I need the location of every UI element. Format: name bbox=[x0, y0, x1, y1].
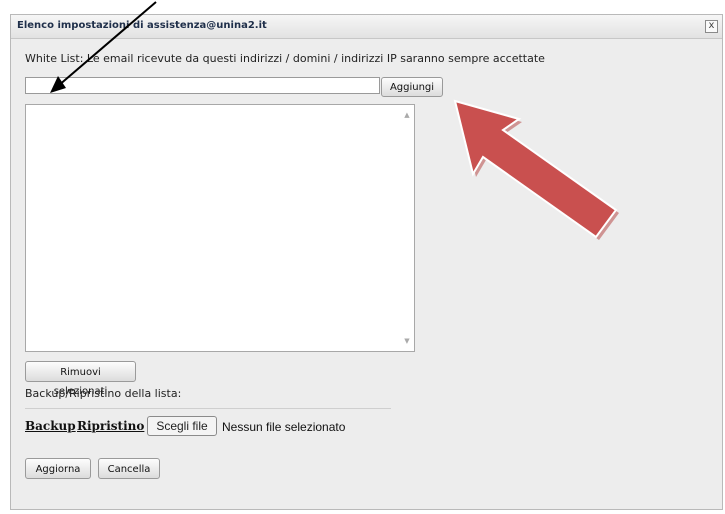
settings-dialog: Elenco impostazioni di assistenza@unina2… bbox=[10, 14, 723, 510]
cancel-button[interactable]: Cancella bbox=[98, 458, 160, 479]
restore-link[interactable]: Ripristino bbox=[77, 419, 144, 433]
backup-restore-title: Backup/Ripristino della lista: bbox=[25, 387, 182, 400]
dialog-title: Elenco impostazioni di assistenza@unina2… bbox=[17, 20, 267, 31]
divider bbox=[25, 408, 391, 409]
whitelist-address-input[interactable] bbox=[25, 77, 380, 94]
remove-selected-button[interactable]: Rimuovi selezionati bbox=[25, 361, 136, 397]
whitelist-listbox[interactable]: ▲ ▼ bbox=[25, 104, 415, 352]
file-status-text: Nessun file selezionato bbox=[222, 420, 346, 434]
choose-file-button[interactable]: Scegli file bbox=[147, 416, 217, 436]
dialog-titlebar: Elenco impostazioni di assistenza@unina2… bbox=[11, 15, 722, 39]
scroll-up-arrow-icon[interactable]: ▲ bbox=[403, 111, 411, 119]
update-button[interactable]: Aggiorna bbox=[25, 458, 91, 479]
add-button[interactable]: Aggiungi bbox=[381, 77, 443, 97]
scroll-down-arrow-icon[interactable]: ▼ bbox=[403, 337, 411, 345]
close-button[interactable]: x bbox=[705, 20, 718, 33]
whitelist-description: White List: Le email ricevute da questi … bbox=[25, 52, 545, 65]
backup-link[interactable]: Backup bbox=[25, 419, 76, 433]
